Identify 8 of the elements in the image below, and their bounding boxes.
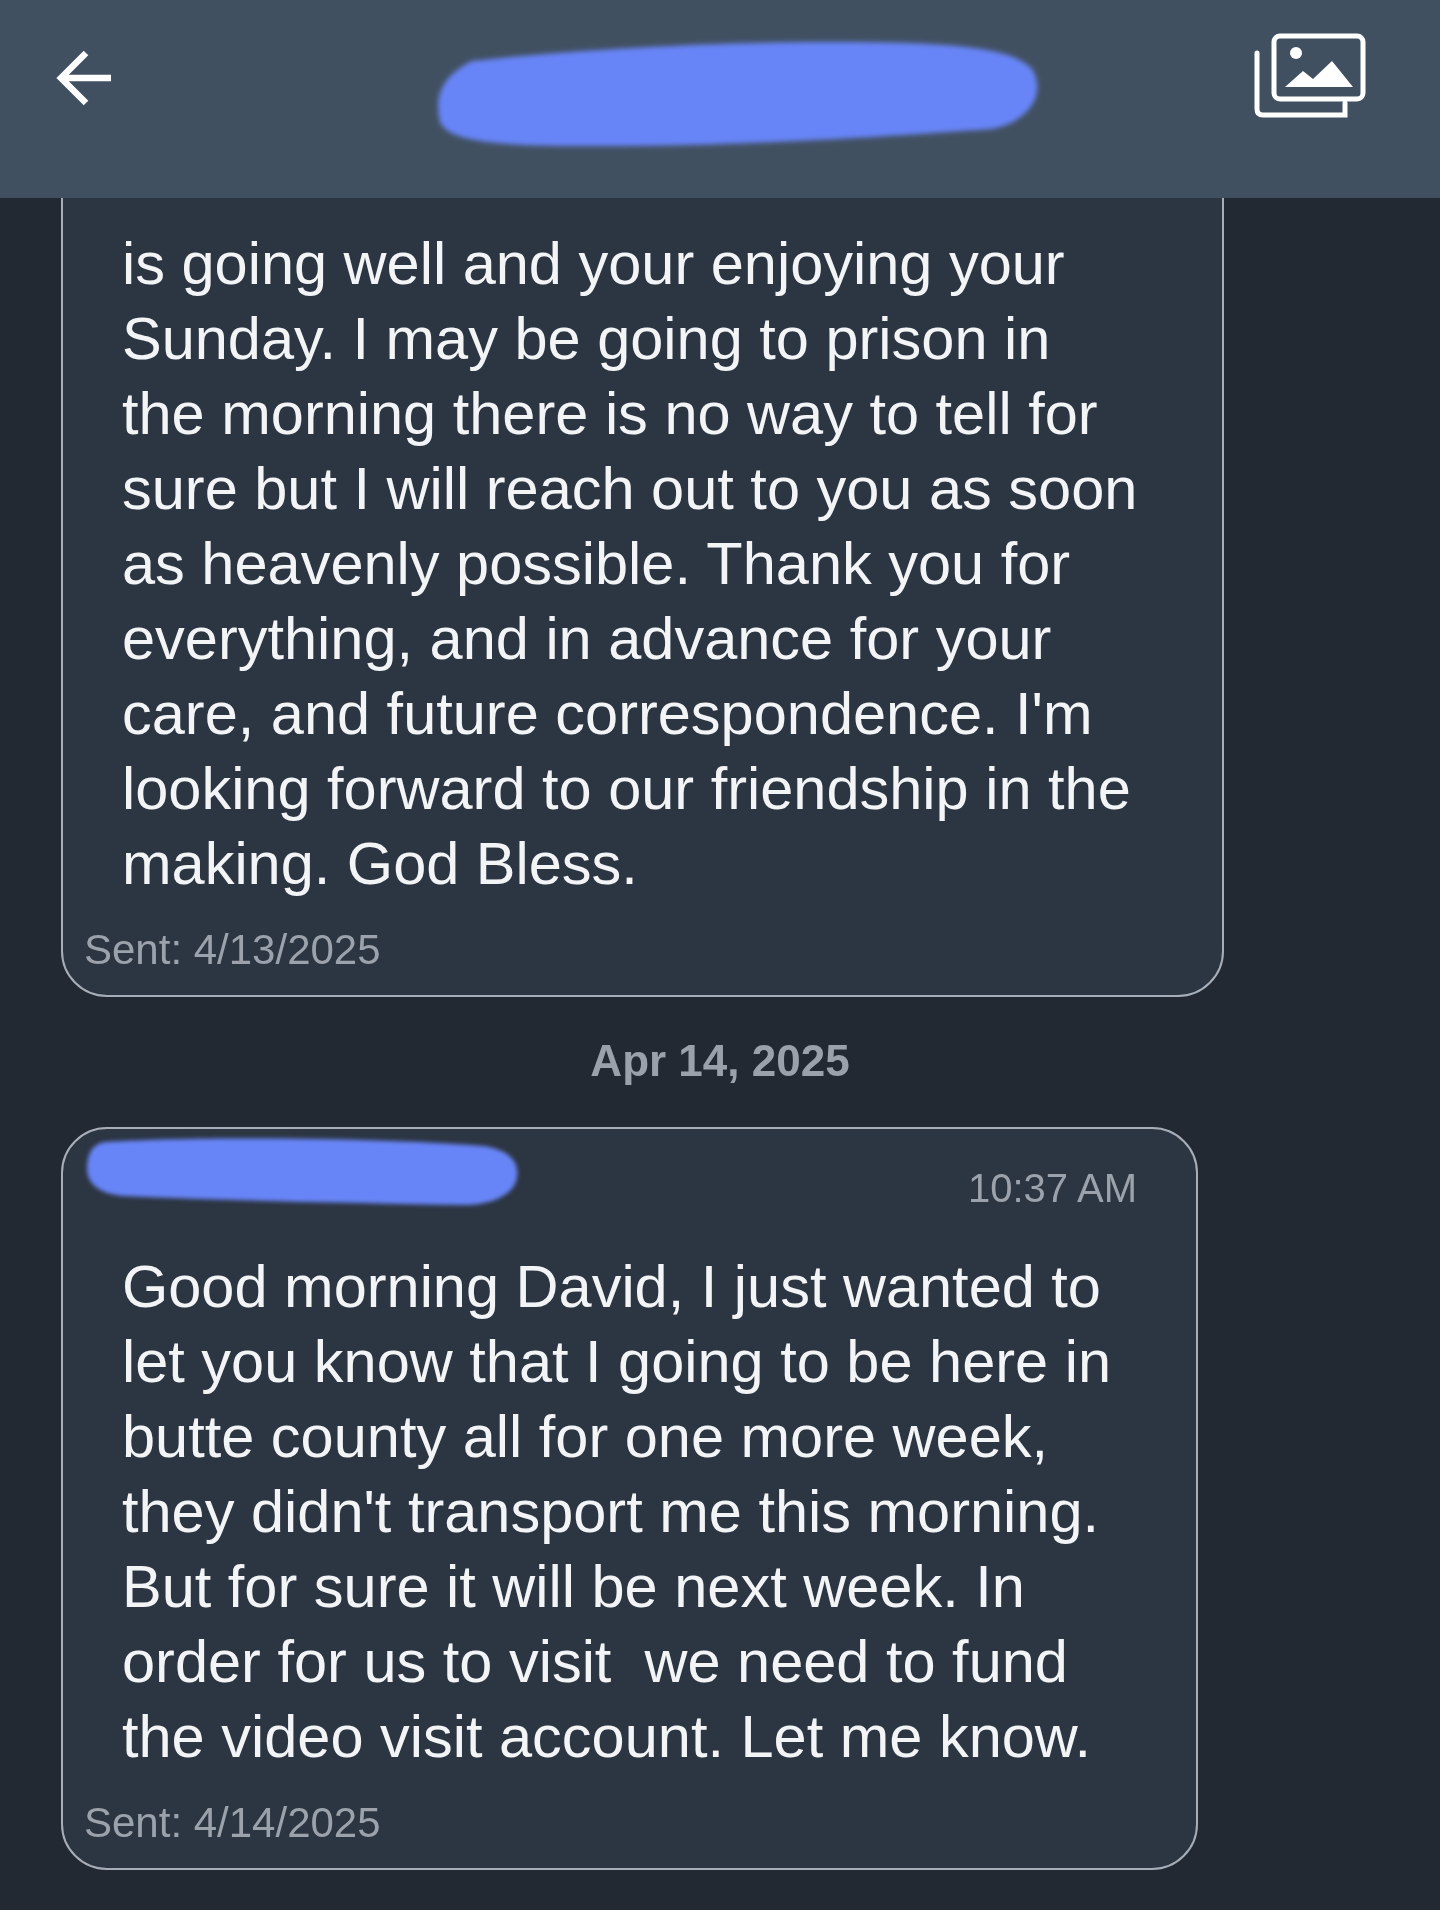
sent-date: Sent: 4/13/2025: [84, 925, 381, 975]
date-separator: Apr 14, 2025: [590, 1035, 850, 1087]
message-text: Good morning David, I just wanted to let you know that I going to be here in butte county all for one more week, they didn't transport me this morning. But for sure it will be next week. In order for us to visit we need to fund the video visit account. Let me know.: [121, 1252, 1112, 1772]
back-arrow-icon[interactable]: [55, 48, 113, 108]
gallery-icon[interactable]: [1253, 33, 1366, 119]
message-text: is going well and your enjoying your Sunday. I may be going to prison in the morning there is no way to tell for sure but I will reach out to you as soon as heavenly possible. Thank you for everything, and in advance for your care, and future correspondence. I'm looking forward to our friendship in the making. God Bless.: [121, 229, 1139, 899]
message-time: 10:37 AM: [968, 1165, 1137, 1212]
sent-date: Sent: 4/14/2025: [84, 1798, 381, 1848]
